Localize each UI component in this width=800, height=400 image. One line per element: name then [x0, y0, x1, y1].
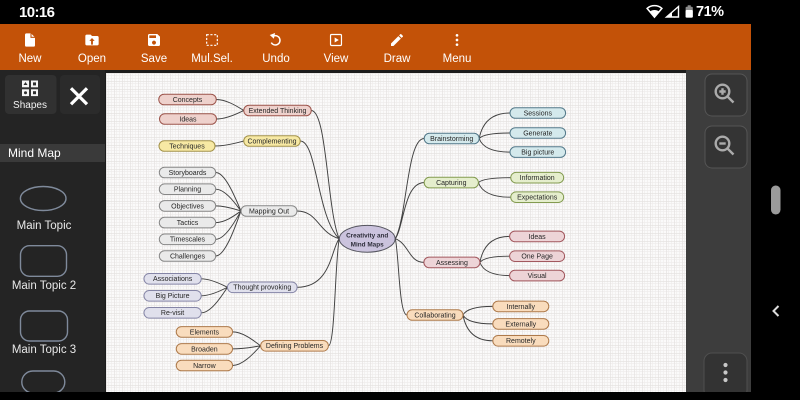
- svg-text:Externally: Externally: [505, 321, 536, 328]
- svg-text:Timescales: Timescales: [170, 237, 206, 244]
- svg-text:Storyboards: Storyboards: [169, 170, 207, 177]
- svg-text:Ideas: Ideas: [179, 116, 197, 123]
- svg-text:Thought provoking: Thought provoking: [233, 285, 291, 292]
- svg-text:Mapping Out: Mapping Out: [249, 208, 289, 215]
- svg-text:Remotely: Remotely: [506, 338, 536, 345]
- svg-text:One Page: One Page: [521, 254, 553, 261]
- svg-text:Objectives: Objectives: [171, 203, 204, 210]
- svg-text:Mind Maps: Mind Maps: [351, 241, 384, 248]
- svg-text:Big Picture: Big Picture: [156, 293, 190, 300]
- svg-text:Concepts: Concepts: [173, 97, 203, 104]
- svg-text:Main Topic 2: Main Topic 2: [12, 280, 76, 292]
- svg-text:Collaborating: Collaborating: [414, 312, 455, 319]
- svg-text:Shapes: Shapes: [13, 100, 47, 111]
- svg-text:Techniques: Techniques: [169, 143, 205, 150]
- svg-text:Brainstorming: Brainstorming: [430, 136, 473, 143]
- svg-text:Mind Map: Mind Map: [8, 146, 61, 160]
- svg-text:Creativity and: Creativity and: [346, 233, 388, 240]
- svg-text:Defining Problems: Defining Problems: [266, 343, 324, 350]
- svg-text:Challenges: Challenges: [170, 253, 206, 260]
- svg-text:Narrow: Narrow: [193, 363, 217, 370]
- svg-text:Complementing: Complementing: [247, 138, 296, 145]
- svg-text:Associations: Associations: [153, 276, 193, 283]
- svg-text:Main Topic: Main Topic: [17, 220, 72, 232]
- svg-text:Sessions: Sessions: [524, 110, 553, 117]
- svg-text:Information: Information: [520, 175, 555, 182]
- svg-text:Visual: Visual: [528, 273, 547, 280]
- svg-text:Big picture: Big picture: [521, 150, 554, 157]
- svg-text:Generate: Generate: [523, 130, 552, 137]
- svg-text:Tactics: Tactics: [177, 220, 199, 227]
- svg-text:Planning: Planning: [174, 187, 201, 194]
- svg-text:Expectations: Expectations: [517, 195, 558, 202]
- svg-text:Internally: Internally: [507, 304, 536, 311]
- svg-text:Extended Thinking: Extended Thinking: [249, 108, 307, 115]
- svg-text:Elements: Elements: [190, 329, 220, 336]
- svg-text:Capturing: Capturing: [436, 180, 466, 187]
- svg-text:Assessing: Assessing: [436, 260, 468, 267]
- svg-text:Broaden: Broaden: [191, 346, 218, 353]
- svg-text:Re-visit: Re-visit: [161, 310, 184, 317]
- svg-text:Ideas: Ideas: [529, 234, 547, 241]
- svg-text:Main Topic 3: Main Topic 3: [12, 344, 76, 356]
